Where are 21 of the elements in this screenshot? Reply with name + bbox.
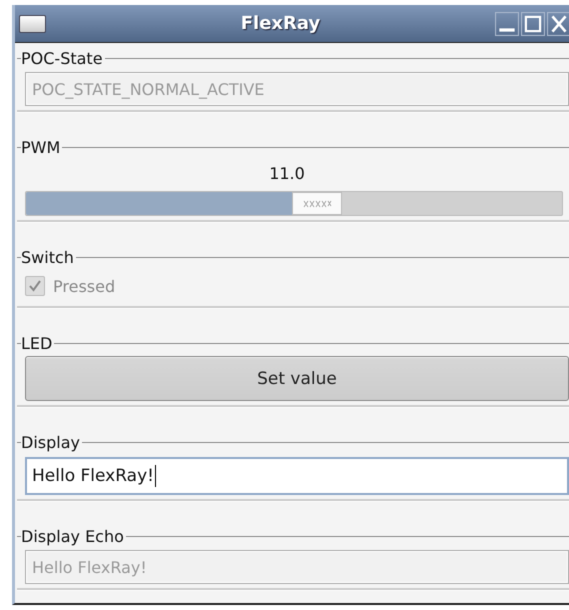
group-title: LED — [21, 334, 54, 352]
slider-value: 11.0 — [268, 164, 306, 183]
readonly-field: Hello FlexRay! — [25, 550, 569, 584]
close-icon[interactable] — [547, 12, 569, 36]
group-title: Display — [21, 432, 81, 452]
group-title: Switch — [21, 248, 75, 266]
text-input-field[interactable]: Hello FlexRay! — [25, 457, 569, 495]
check-icon — [28, 279, 42, 293]
checkbox-label: Pressed — [53, 276, 116, 296]
group-title: POC-State — [21, 48, 104, 68]
maximize-icon[interactable] — [521, 12, 545, 36]
slider-handle[interactable] — [292, 192, 342, 215]
slider-track[interactable] — [25, 191, 563, 216]
grip-icon — [302, 200, 332, 208]
minimize-icon[interactable] — [495, 12, 519, 36]
readonly-field: POC_STATE_NORMAL_ACTIVE — [25, 72, 569, 106]
set-value-button[interactable]: Set value — [25, 356, 569, 401]
window-title: FlexRay — [240, 13, 322, 34]
window-menu-icon[interactable] — [19, 14, 46, 32]
group-title: Display Echo — [21, 526, 125, 546]
group-title: PWM — [21, 138, 62, 156]
